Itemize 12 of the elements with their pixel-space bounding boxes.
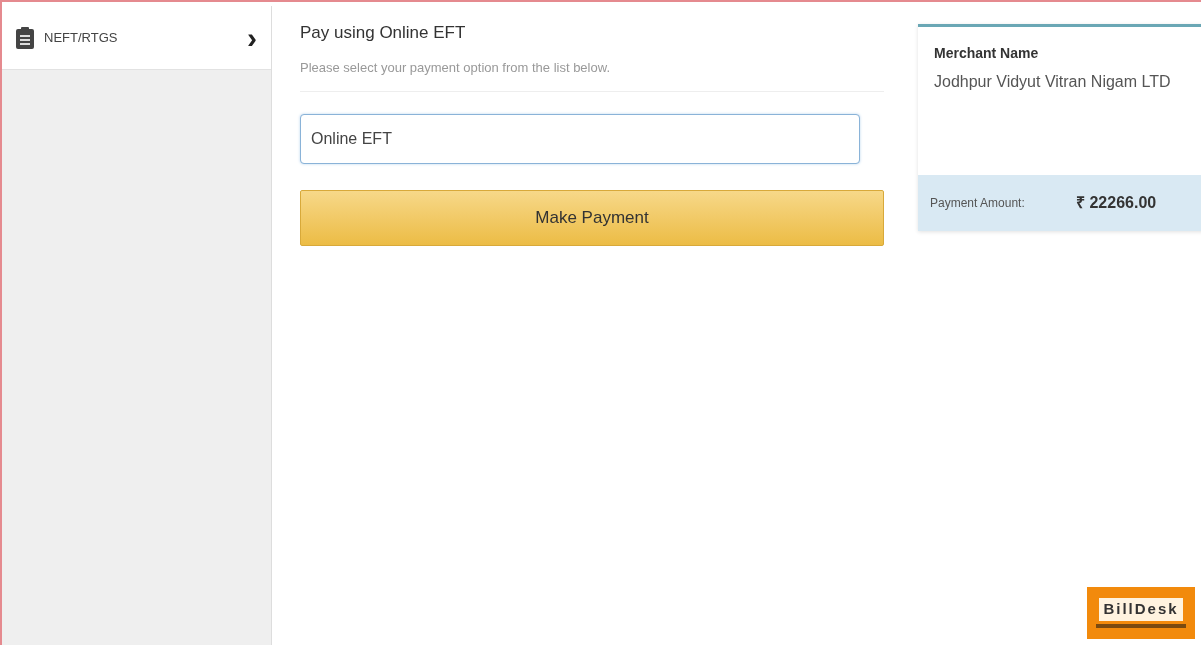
section-title: Pay using Online EFT (300, 22, 467, 44)
sidebar-item[interactable]: NEFT/RTGS › (2, 6, 271, 70)
amount-label: Payment Amount: (930, 195, 1026, 212)
logo-text: BillDesk (1099, 598, 1183, 621)
make-payment-button[interactable]: Make Payment (300, 190, 884, 246)
chevron-icon: › (247, 22, 257, 53)
merchant-label: Merchant Name (934, 44, 1040, 63)
amount-value: ₹ 22266.00 (1076, 193, 1157, 213)
option-field[interactable]: Online EFT (300, 114, 860, 164)
instruction-text: Please select your payment option from the list below. (300, 57, 884, 92)
clipboard-icon (16, 26, 34, 49)
merchant-name: Jodhpur Vidyut Vitran Nigam LTD (934, 72, 1172, 92)
